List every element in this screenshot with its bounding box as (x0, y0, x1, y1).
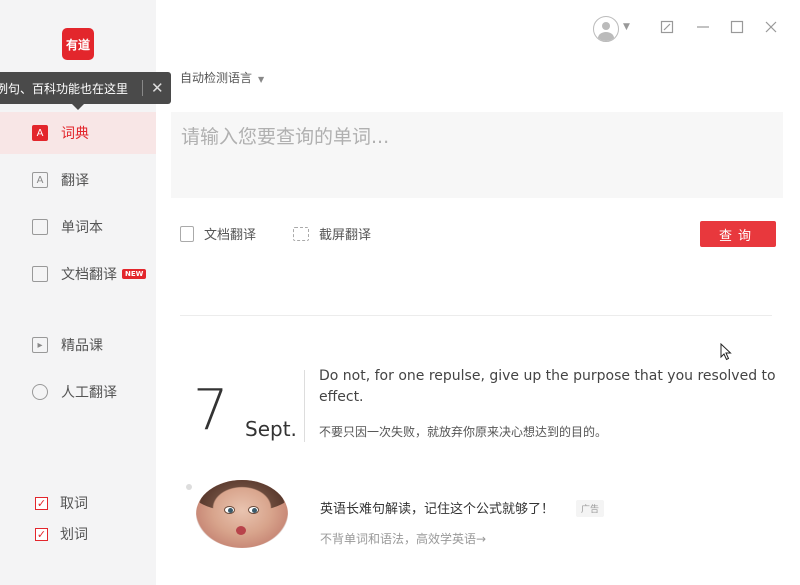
translate-icon: A (32, 172, 48, 188)
ad-title[interactable]: 英语长难句解读，记住这个公式就够了！ (320, 498, 554, 517)
eye-shape (248, 506, 259, 514)
query-button[interactable]: 查询 (700, 221, 776, 247)
user-avatar[interactable] (593, 16, 619, 42)
checkmark-icon: ✓ (35, 527, 48, 541)
pick-word-checkbox[interactable]: ✓ 取词 (35, 493, 88, 513)
sidebar-item-label: 人工翻译 (61, 385, 117, 401)
close-icon[interactable]: ✕ (151, 79, 164, 97)
document-translate-icon (32, 266, 48, 282)
document-translate-button[interactable]: 文档翻译 (180, 224, 256, 243)
minimize-icon[interactable] (694, 18, 712, 36)
ad-dot (186, 484, 192, 490)
tooltip-arrow (72, 104, 84, 110)
new-badge: NEW (122, 269, 147, 279)
sidebar-item-translate[interactable]: A 翻译 (0, 159, 156, 201)
divider (180, 315, 772, 316)
daily-month: Sept. (245, 417, 297, 441)
sidebar-item-label: 文档翻译 (61, 267, 117, 283)
dictionary-icon: A (32, 125, 48, 141)
maximize-icon[interactable] (728, 18, 746, 36)
sidebar-item-wordbook[interactable]: 单词本 (0, 206, 156, 248)
chevron-down-icon[interactable]: ▼ (623, 22, 630, 32)
feature-tooltip: 例句、百科功能也在这里 ✕ (0, 72, 171, 110)
screenshot-translate-button[interactable]: 截屏翻译 (293, 224, 371, 243)
tool-label: 截屏翻译 (319, 228, 372, 243)
chevron-down-icon: ▼ (258, 75, 265, 84)
app-logo: 有道 (62, 28, 94, 60)
restore-icon[interactable] (658, 18, 676, 36)
tooltip-text: 例句、百科功能也在这里 (0, 81, 129, 96)
daily-day: 7 (193, 378, 229, 443)
eye-shape (224, 506, 235, 514)
course-play-icon: ▸ (32, 337, 48, 353)
daily-sentence-english[interactable]: Do not, for one repulse, give up the pur… (319, 366, 781, 408)
tooltip-divider (142, 80, 144, 96)
human-translate-icon (32, 384, 48, 400)
language-select-label: 自动检测语言 (180, 71, 253, 85)
sidebar-item-label: 翻译 (61, 173, 89, 189)
mouth-shape (236, 526, 246, 535)
tool-label: 文档翻译 (204, 228, 257, 243)
date-divider (304, 370, 305, 442)
checkmark-icon: ✓ (35, 496, 48, 510)
hair-shape (196, 480, 288, 512)
ad-thumbnail-image[interactable] (196, 480, 288, 548)
sidebar-item-label: 精品课 (61, 338, 103, 354)
language-select[interactable]: 自动检测语言 ▼ (180, 69, 264, 86)
screenshot-icon (293, 226, 309, 241)
daily-sentence-chinese: 不要只因一次失败，就放弃你原来决心想达到的目的。 (319, 425, 608, 439)
document-icon (180, 225, 194, 242)
wordbook-icon (32, 219, 48, 235)
ad-subtitle[interactable]: 不背单词和语法，高效学英语→ (320, 530, 486, 547)
sidebar-item-label: 单词本 (61, 220, 103, 236)
mouse-cursor-icon (720, 343, 732, 361)
search-input[interactable] (171, 112, 783, 198)
sidebar-item-label: 词典 (61, 126, 89, 142)
sidebar-item-human-translate[interactable]: 人工翻译 (0, 371, 156, 413)
close-icon[interactable] (762, 18, 780, 36)
sidebar-item-course[interactable]: ▸ 精品课 (0, 324, 156, 366)
sidebar-item-dictionary[interactable]: A 词典 (0, 112, 156, 154)
app-window: 有道 A 词典 A 翻译 单词本 文档翻译 NEW ▸ 精品课 人工翻译 ✓ 取 (0, 0, 800, 585)
select-word-checkbox[interactable]: ✓ 划词 (35, 524, 88, 544)
checkbox-label: 划词 (60, 527, 88, 543)
ad-badge: 广告 (576, 500, 605, 517)
sidebar-item-document-translate[interactable]: 文档翻译 NEW (0, 253, 156, 295)
checkbox-label: 取词 (60, 496, 88, 512)
